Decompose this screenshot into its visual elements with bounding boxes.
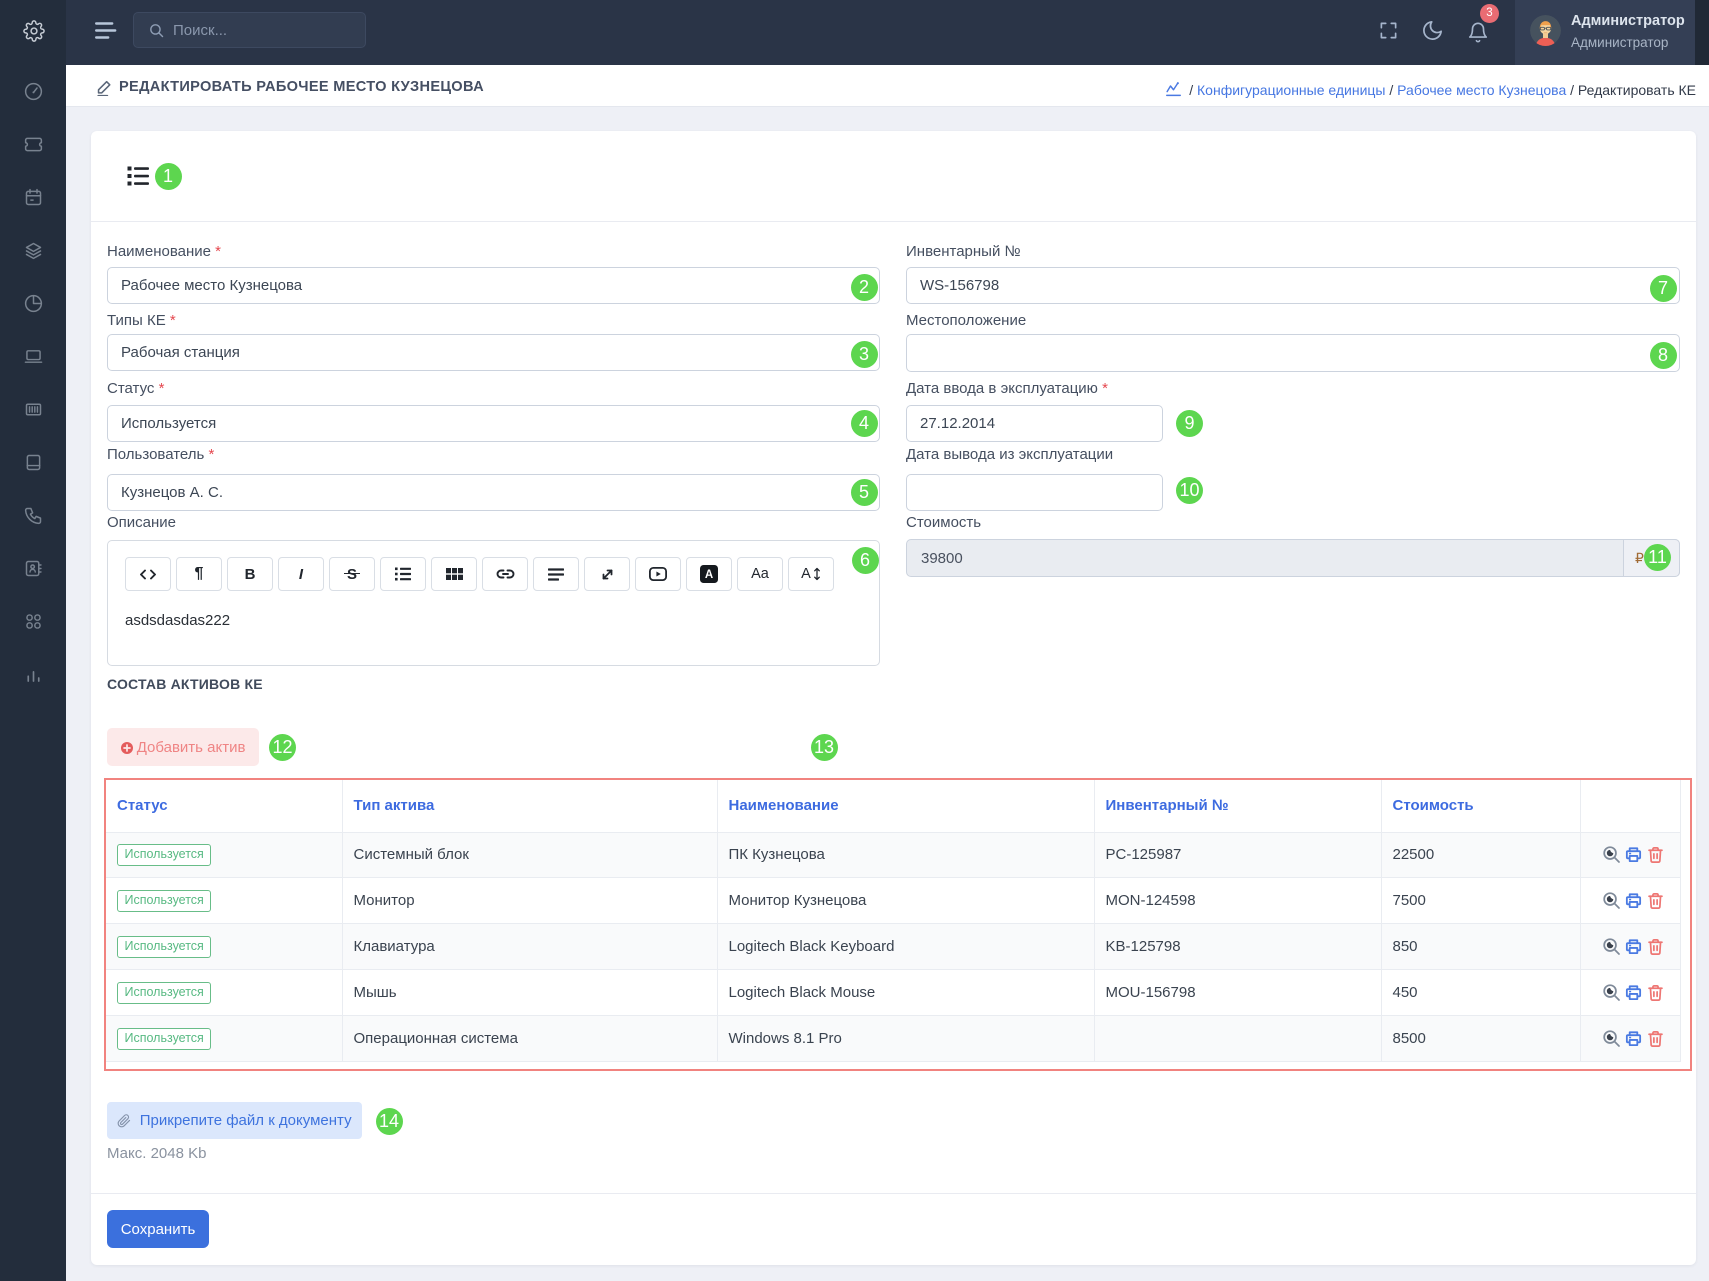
svg-text:A: A [705, 569, 713, 581]
